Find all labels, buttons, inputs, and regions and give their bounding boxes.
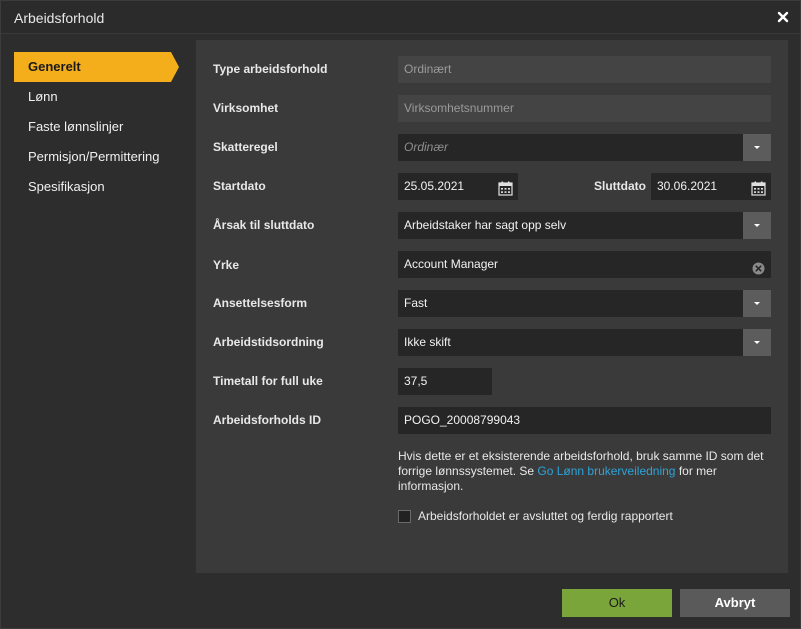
- yrke-input[interactable]: Account Manager: [398, 251, 771, 278]
- sidebar-item-label: Lønn: [28, 89, 58, 104]
- virksomhet-label: Virksomhet: [213, 101, 279, 115]
- clear-icon[interactable]: [752, 258, 765, 275]
- sidebar-item-lonn[interactable]: Lønn: [14, 82, 179, 112]
- sidebar-item-permisjon[interactable]: Permisjon/Permittering: [14, 142, 179, 172]
- skatteregel-select[interactable]: Ordinær: [398, 134, 771, 161]
- sidebar-item-label: Faste lønnslinjer: [28, 119, 124, 134]
- sidebar-nav: Generelt Lønn Faste lønnslinjer Permisjo…: [14, 52, 179, 202]
- startdato-value: 25.05.2021: [404, 179, 465, 193]
- chevron-down-icon[interactable]: [743, 212, 771, 239]
- type-label: Type arbeidsforhold: [213, 62, 328, 76]
- close-icon[interactable]: [776, 10, 790, 24]
- id-input[interactable]: POGO_20008799043: [398, 407, 771, 434]
- arsak-label: Årsak til sluttdato: [213, 218, 315, 232]
- yrke-value: Account Manager: [404, 257, 499, 271]
- sidebar-item-generelt[interactable]: Generelt: [14, 52, 179, 82]
- startdato-input[interactable]: 25.05.2021: [398, 173, 518, 200]
- timetall-label: Timetall for full uke: [213, 374, 323, 388]
- chevron-down-icon[interactable]: [743, 329, 771, 356]
- arbeidstid-label: Arbeidstidsordning: [213, 335, 324, 349]
- sidebar-item-label: Permisjon/Permittering: [28, 149, 160, 164]
- virksomhet-field: Virksomhetsnummer: [398, 95, 771, 122]
- startdato-label: Startdato: [213, 179, 266, 193]
- calendar-icon[interactable]: [498, 179, 513, 196]
- id-label: Arbeidsforholds ID: [213, 413, 322, 427]
- sidebar-item-label: Generelt: [28, 59, 81, 74]
- yrke-label: Yrke: [213, 258, 240, 272]
- dialog-titlebar: Arbeidsforhold: [1, 1, 800, 34]
- type-field: Ordinært: [398, 56, 771, 83]
- sluttdato-value: 30.06.2021: [657, 179, 718, 193]
- calendar-icon[interactable]: [751, 179, 766, 196]
- completed-checkbox-label[interactable]: Arbeidsforholdet er avsluttet og ferdig …: [418, 509, 673, 523]
- type-value: Ordinært: [404, 62, 452, 76]
- sluttdato-label: Sluttdato: [594, 179, 646, 193]
- skatteregel-placeholder: Ordinær: [404, 140, 449, 154]
- virksomhet-placeholder: Virksomhetsnummer: [404, 101, 514, 115]
- ansettelsesform-value: Fast: [404, 296, 428, 310]
- arbeidstid-value: Ikke skift: [404, 335, 451, 349]
- ansettelsesform-select[interactable]: Fast: [398, 290, 771, 317]
- skatteregel-label: Skatteregel: [213, 140, 278, 154]
- dialog: Arbeidsforhold Generelt Lønn Faste lønns…: [0, 0, 801, 629]
- id-value: POGO_20008799043: [404, 413, 521, 427]
- sidebar-item-label: Spesifikasjon: [28, 179, 105, 194]
- timetall-input[interactable]: 37,5: [398, 368, 492, 395]
- ansettelsesform-label: Ansettelsesform: [213, 296, 308, 310]
- dialog-title: Arbeidsforhold: [14, 10, 105, 26]
- ok-button[interactable]: Ok: [562, 589, 672, 617]
- sluttdato-input[interactable]: 30.06.2021: [651, 173, 771, 200]
- chevron-down-icon[interactable]: [743, 290, 771, 317]
- arbeidstid-select[interactable]: Ikke skift: [398, 329, 771, 356]
- timetall-value: 37,5: [404, 374, 428, 388]
- id-help-text: Hvis dette er et eksisterende arbeidsfor…: [398, 449, 778, 494]
- cancel-button[interactable]: Avbryt: [680, 589, 790, 617]
- arsak-value: Arbeidstaker har sagt opp selv: [404, 218, 567, 232]
- sidebar-item-spesifikasjon[interactable]: Spesifikasjon: [14, 172, 179, 202]
- user-guide-link[interactable]: Go Lønn brukerveiledning: [537, 464, 675, 478]
- arsak-select[interactable]: Arbeidstaker har sagt opp selv: [398, 212, 771, 239]
- sidebar-item-faste-lonnslinjer[interactable]: Faste lønnslinjer: [14, 112, 179, 142]
- chevron-down-icon[interactable]: [743, 134, 771, 161]
- completed-checkbox[interactable]: [398, 510, 411, 523]
